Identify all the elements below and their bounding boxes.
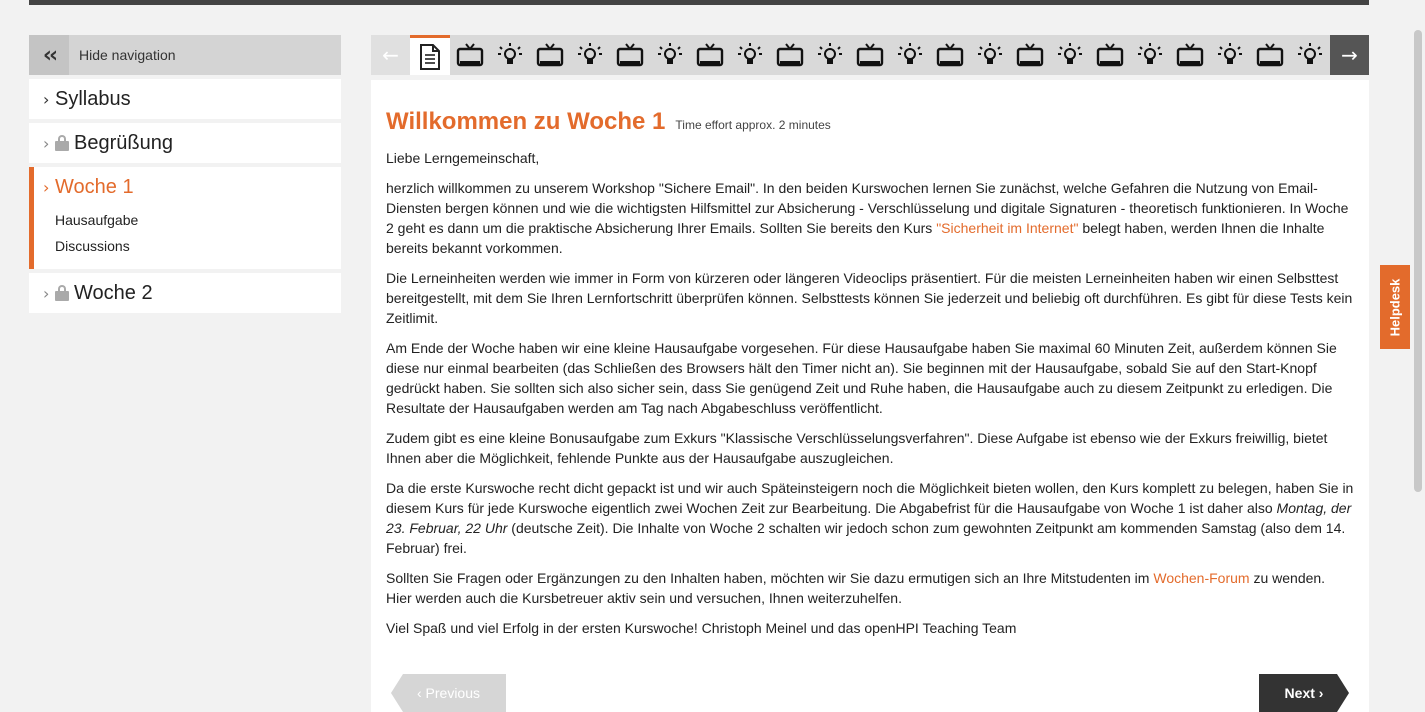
hide-navigation-label: Hide navigation	[79, 47, 176, 63]
sidebar-item-syllabus[interactable]: › Syllabus	[29, 79, 341, 119]
video-icon[interactable]	[770, 35, 810, 75]
lightbulb-icon[interactable]	[490, 35, 530, 75]
next-button[interactable]: Next ›	[1259, 674, 1349, 712]
item-navigation-strip: ← →	[371, 35, 1369, 75]
sidebar-item-woche-2[interactable]: › Woche 2	[29, 273, 341, 313]
lightbulb-icon[interactable]	[650, 35, 690, 75]
sidebar-item-begruessung[interactable]: › Begrüßung	[29, 123, 341, 163]
chevron-right-icon: ›	[43, 89, 50, 109]
sidebar-subitem-discussions[interactable]: Discussions	[43, 233, 327, 259]
top-bar	[29, 0, 1369, 5]
video-icon[interactable]	[530, 35, 570, 75]
forum-link[interactable]: Wochen-Forum	[1153, 570, 1249, 586]
paragraph-bonus: Zudem gibt es eine kleine Bonusaufgabe z…	[386, 430, 1328, 466]
lightbulb-icon[interactable]	[1290, 35, 1330, 75]
video-icon[interactable]	[1010, 35, 1050, 75]
video-icon[interactable]	[930, 35, 970, 75]
lightbulb-icon[interactable]	[730, 35, 770, 75]
sidebar-item-label: Syllabus	[55, 87, 131, 110]
video-icon[interactable]	[1250, 35, 1290, 75]
arrow-left-icon: ←	[382, 43, 399, 67]
arrow-right-icon: →	[1341, 43, 1358, 67]
hide-navigation-button[interactable]: ‹‹ Hide navigation	[29, 35, 341, 75]
sidebar-item-label: Begrüßung	[74, 131, 173, 154]
sidebar-item-label: Woche 1	[55, 175, 134, 198]
video-icon[interactable]	[1090, 35, 1130, 75]
previous-item-button[interactable]: ←	[371, 35, 410, 75]
lightbulb-icon[interactable]	[810, 35, 850, 75]
time-effort: Time effort approx. 2 minutes	[675, 118, 831, 132]
chevron-right-icon: ›	[43, 133, 50, 153]
paragraph-closing: Viel Spaß und viel Erfolg in der ersten …	[386, 620, 1017, 636]
video-icon[interactable]	[610, 35, 650, 75]
lock-icon	[55, 285, 69, 301]
item-list	[410, 35, 1330, 75]
video-icon[interactable]	[450, 35, 490, 75]
document-icon[interactable]	[410, 35, 450, 75]
lightbulb-icon[interactable]	[570, 35, 610, 75]
helpdesk-button[interactable]: Helpdesk	[1380, 265, 1410, 349]
course-link-sicherheit[interactable]: "Sicherheit im Internet"	[936, 220, 1078, 236]
paragraph-intro: herzlich willkommen zu unserem Workshop …	[386, 180, 1349, 256]
paragraph-deadline: Da die erste Kurswoche recht dicht gepac…	[386, 480, 1354, 556]
video-icon[interactable]	[690, 35, 730, 75]
lightbulb-icon[interactable]	[1130, 35, 1170, 75]
sidebar-item-woche-1[interactable]: › Woche 1 Hausaufgabe Discussions	[29, 167, 341, 269]
sidebar-item-label: Woche 2	[74, 281, 153, 304]
paragraph-homework: Am Ende der Woche haben wir eine kleine …	[386, 340, 1337, 416]
chevron-right-icon: ›	[43, 177, 50, 197]
sidebar-subitem-hausaufgabe[interactable]: Hausaufgabe	[43, 207, 327, 233]
lightbulb-icon[interactable]	[970, 35, 1010, 75]
double-chevron-left-icon: ‹‹	[29, 35, 69, 75]
scrollbar[interactable]	[1414, 30, 1422, 492]
course-navigation: ‹‹ Hide navigation › Syllabus › Begrüßun…	[29, 35, 341, 313]
paragraph-forum: Sollten Sie Fragen oder Ergänzungen zu d…	[386, 570, 1326, 606]
page-title: Willkommen zu Woche 1	[386, 108, 666, 135]
next-item-button[interactable]: →	[1330, 35, 1369, 75]
previous-button[interactable]: ‹ Previous	[391, 674, 506, 712]
lightbulb-icon[interactable]	[1050, 35, 1090, 75]
item-content: Willkommen zu Woche 1 Time effort approx…	[371, 80, 1369, 712]
video-icon[interactable]	[850, 35, 890, 75]
lightbulb-icon[interactable]	[1210, 35, 1250, 75]
lock-icon	[55, 135, 69, 151]
video-icon[interactable]	[1170, 35, 1210, 75]
chevron-right-icon: ›	[43, 283, 50, 303]
greeting: Liebe Lerngemeinschaft,	[386, 150, 540, 166]
lightbulb-icon[interactable]	[890, 35, 930, 75]
paragraph-units: Die Lerneinheiten werden wie immer in Fo…	[386, 270, 1353, 326]
